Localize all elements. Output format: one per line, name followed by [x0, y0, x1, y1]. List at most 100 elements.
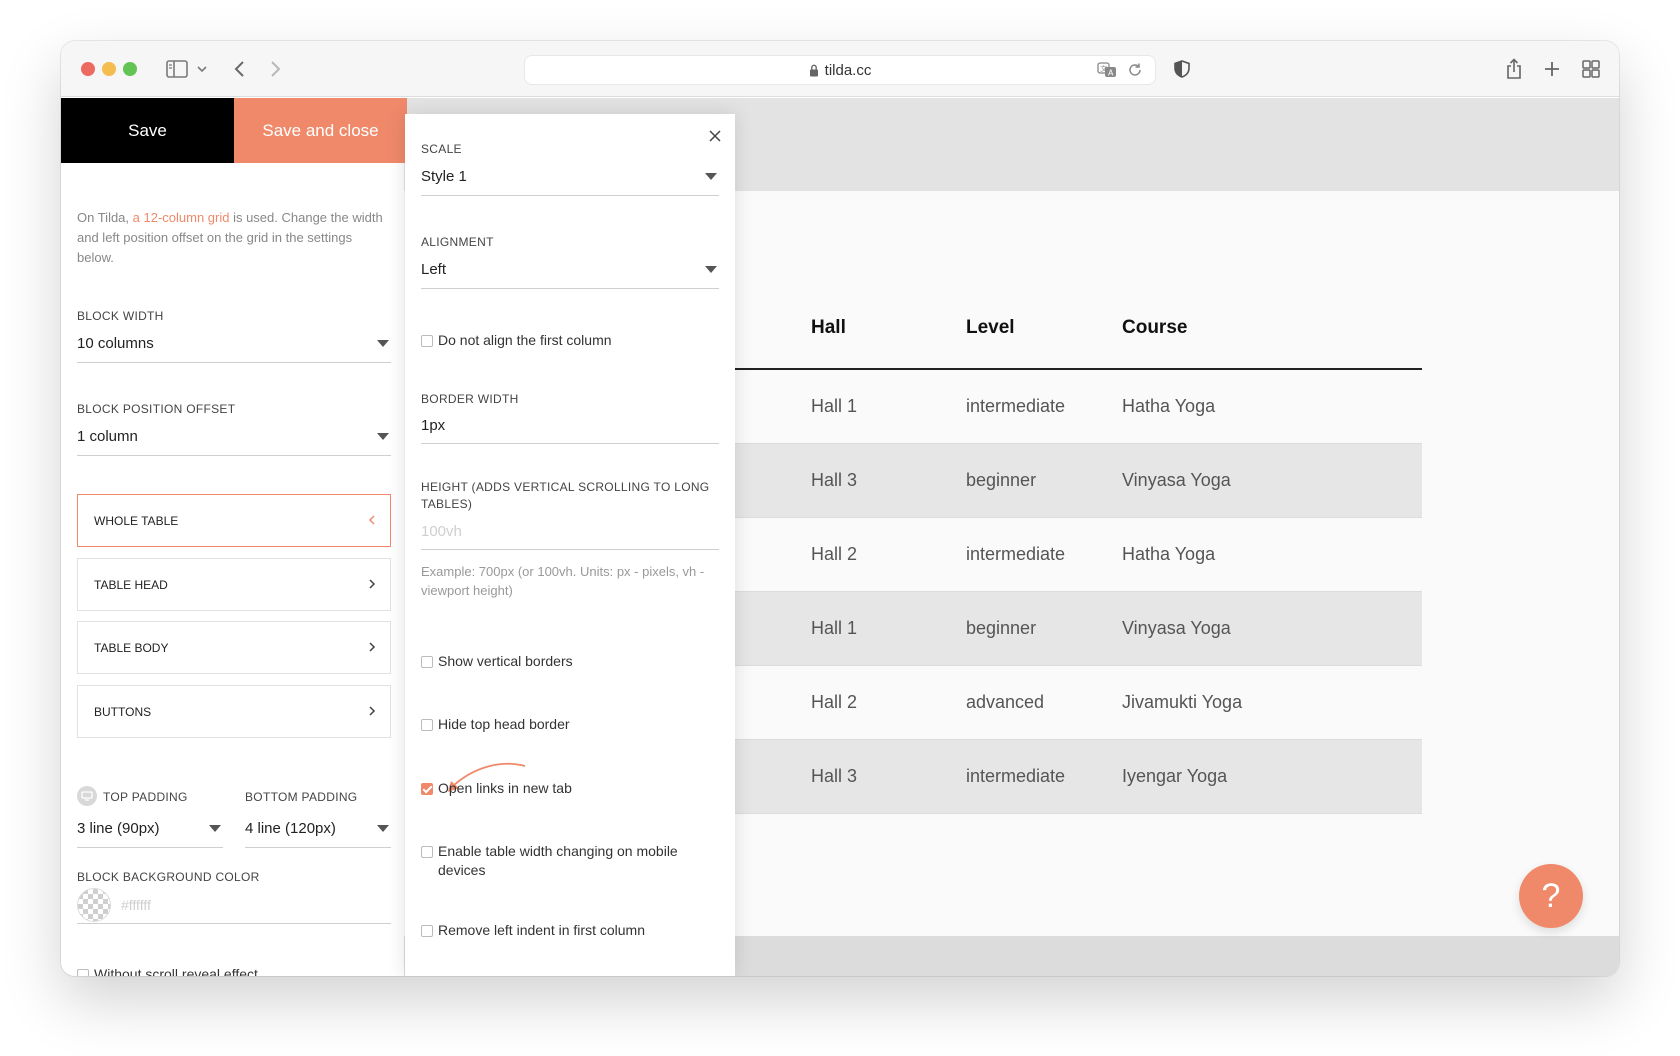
svg-text:文: 文	[1100, 64, 1107, 73]
help-button[interactable]: ?	[1519, 864, 1583, 928]
checkbox-box[interactable]	[421, 846, 433, 858]
scale-select[interactable]: Style 1	[421, 158, 719, 196]
back-icon[interactable]	[229, 57, 249, 81]
checkbox-label: Enable table width changing on mobile de…	[438, 843, 678, 878]
table-cell: intermediate	[966, 396, 1066, 416]
block-settings-panel: Save Save and close On Tilda, a 12-colum…	[61, 98, 407, 976]
checkbox-box[interactable]	[421, 335, 433, 347]
block-width-label: BLOCK WIDTH	[77, 309, 164, 323]
top-padding-select[interactable]: 3 line (90px)	[77, 810, 223, 848]
scroll-reveal-checkbox[interactable]: Without scroll reveal effect	[77, 965, 258, 976]
table-cell: Vinyasa Yoga	[1122, 470, 1231, 490]
address-bar[interactable]: tilda.cc 文A	[524, 55, 1156, 85]
table-cell: advanced	[966, 692, 1045, 712]
forward-icon[interactable]	[266, 57, 286, 81]
top-padding-label: TOP PADDING	[103, 790, 188, 804]
section-buttons[interactable]: BUTTONS	[77, 685, 391, 738]
section-label: BUTTONS	[94, 704, 152, 719]
top-padding-value: 3 line (90px)	[77, 820, 160, 837]
sidebar-toggle-icon[interactable]	[165, 57, 189, 81]
monitor-icon[interactable]	[77, 786, 97, 806]
checkbox-box[interactable]	[421, 656, 433, 668]
checkbox-box[interactable]	[421, 925, 433, 937]
bottom-padding-select[interactable]: 4 line (120px)	[245, 810, 391, 848]
browser-toolbar: tilda.cc 文A	[61, 41, 1619, 97]
section-table-head[interactable]: TABLE HEAD	[77, 558, 391, 611]
shield-icon[interactable]	[1172, 57, 1192, 81]
grid-help-link[interactable]: a 12-column grid	[133, 210, 230, 225]
chevron-right-icon	[368, 704, 376, 720]
chevron-down-icon[interactable]	[195, 57, 209, 81]
bg-color-input[interactable]: #ffffff	[77, 888, 391, 924]
section-label: WHOLE TABLE	[94, 513, 179, 528]
height-input[interactable]: 100vh	[421, 514, 719, 550]
dropdown-arrow-icon	[209, 825, 221, 832]
table-cell: Hall 1	[811, 396, 858, 416]
table-row: Hall 2 advanced Jivamukti Yoga	[731, 666, 1422, 740]
checkbox-label: Remove left indent in first column	[438, 922, 645, 938]
table-cell: beginner	[966, 618, 1037, 638]
remove-left-indent-checkbox[interactable]: Remove left indent in first column	[421, 921, 645, 940]
height-hint: Example: 700px (or 100vh. Units: px - pi…	[421, 564, 705, 598]
checkbox-checked[interactable]	[421, 783, 433, 795]
table-cell: Hatha Yoga	[1122, 544, 1216, 564]
no-align-first-column-checkbox[interactable]: Do not align the first column	[421, 331, 612, 350]
border-width-input[interactable]: 1px	[421, 408, 719, 444]
table-cell: Iyengar Yoga	[1122, 766, 1228, 786]
chevron-right-icon	[368, 640, 376, 656]
reload-icon[interactable]	[1127, 62, 1143, 82]
share-icon[interactable]	[1504, 57, 1524, 81]
block-offset-select[interactable]: 1 column	[77, 418, 391, 456]
table-row: Hall 1 beginner Vinyasa Yoga	[731, 592, 1422, 666]
bottom-padding-value: 4 line (120px)	[245, 820, 336, 837]
page-content: Hall Level Course Hall 1 intermediate Ha…	[61, 98, 1619, 976]
dropdown-arrow-icon	[705, 173, 717, 180]
table-cell: intermediate	[966, 766, 1066, 786]
dropdown-arrow-icon	[377, 340, 389, 347]
open-links-new-tab-checkbox[interactable]: Open links in new tab	[421, 779, 572, 798]
checkbox-box[interactable]	[77, 969, 89, 976]
preview-table: Hall Level Course Hall 1 intermediate Ha…	[731, 287, 1422, 814]
tab-overview-icon[interactable]	[1581, 57, 1601, 81]
checkbox-label: Show vertical borders	[438, 653, 573, 669]
zoom-window-button[interactable]	[123, 62, 137, 76]
translate-icon[interactable]: 文A	[1097, 62, 1117, 82]
enable-mobile-width-checkbox[interactable]: Enable table width changing on mobile de…	[421, 842, 711, 880]
section-whole-table[interactable]: WHOLE TABLE	[77, 494, 391, 547]
close-icon[interactable]	[709, 126, 721, 147]
svg-text:A: A	[1108, 69, 1114, 78]
block-width-select[interactable]: 10 columns	[77, 325, 391, 363]
color-swatch[interactable]	[77, 888, 111, 922]
minimize-window-button[interactable]	[102, 62, 116, 76]
chevron-right-icon	[368, 577, 376, 593]
bg-color-label: BLOCK BACKGROUND COLOR	[77, 870, 260, 884]
show-vertical-borders-checkbox[interactable]: Show vertical borders	[421, 652, 573, 671]
bg-color-placeholder: #ffffff	[121, 897, 151, 913]
table-row: Hall 1 intermediate Hatha Yoga	[731, 370, 1422, 444]
intro-text-start: On Tilda,	[77, 210, 133, 225]
alignment-select[interactable]: Left	[421, 251, 719, 289]
table-cell: Hatha Yoga	[1122, 396, 1216, 416]
border-width-label: BORDER WIDTH	[421, 392, 519, 406]
scale-label: SCALE	[421, 142, 462, 156]
table-cell: Hall 2	[811, 692, 858, 712]
lock-icon	[809, 64, 819, 77]
hide-top-head-border-checkbox[interactable]: Hide top head border	[421, 715, 570, 734]
header-cell: Level	[966, 316, 1015, 338]
checkbox-label: Open links in new tab	[438, 780, 572, 796]
checkbox-box[interactable]	[421, 719, 433, 731]
table-cell: intermediate	[966, 544, 1066, 564]
table-cell: beginner	[966, 470, 1037, 490]
section-table-body[interactable]: TABLE BODY	[77, 621, 391, 674]
table-cell: Hall 3	[811, 470, 858, 490]
save-button[interactable]: Save	[61, 98, 234, 163]
new-tab-icon[interactable]	[1542, 57, 1562, 81]
close-window-button[interactable]	[81, 62, 95, 76]
checkbox-label: Do not align the first column	[438, 332, 612, 348]
block-width-value: 10 columns	[77, 335, 154, 352]
checkbox-label: Without scroll reveal effect	[94, 966, 258, 976]
url-text: tilda.cc	[824, 61, 872, 79]
save-and-close-button[interactable]: Save and close	[234, 98, 407, 163]
dropdown-arrow-icon	[377, 825, 389, 832]
chevron-left-icon	[368, 513, 376, 529]
